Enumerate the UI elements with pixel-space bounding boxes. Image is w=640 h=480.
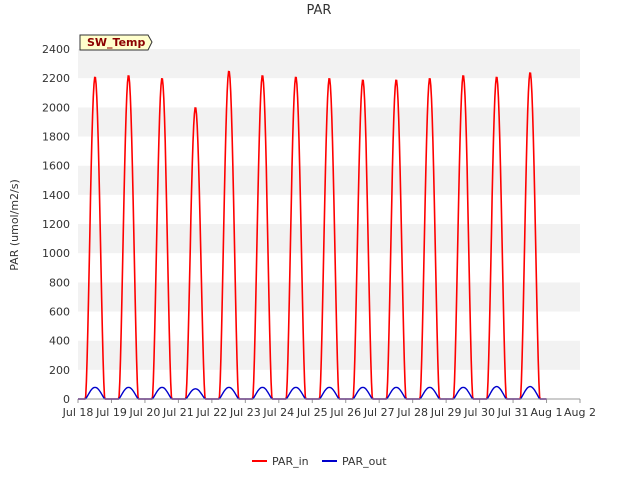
y-tick-label: 600	[49, 306, 70, 319]
y-tick-label: 1600	[42, 160, 70, 173]
x-tick-label: Aug 1	[531, 406, 563, 419]
sw-temp-tag: SW_Temp	[79, 34, 153, 51]
y-tick-label: 1400	[42, 189, 70, 202]
x-tick-label: Jul 26	[329, 406, 361, 419]
band	[78, 253, 580, 283]
x-tick-label: Jul 29	[430, 406, 462, 419]
band	[78, 49, 580, 79]
y-tick-label: 2000	[42, 101, 70, 114]
y-tick-label: 1000	[42, 247, 70, 260]
legend: PAR_in PAR_out	[252, 455, 387, 468]
y-tick-label: 2200	[42, 72, 70, 85]
x-tick-label: Jul 30	[463, 406, 495, 419]
legend-label-par-out: PAR_out	[342, 455, 387, 468]
band	[78, 136, 580, 166]
y-axis-label: PAR (umol/m2/s)	[8, 179, 21, 271]
x-tick-label: Jul 25	[296, 406, 328, 419]
x-tick-label: Jul 19	[95, 406, 127, 419]
band	[78, 107, 580, 137]
x-tick-label: Jul 20	[129, 406, 161, 419]
x-tick-label: Jul 27	[363, 406, 395, 419]
band	[78, 194, 580, 224]
par-chart: PAR PAR (umol/m2/s) 0 200 400 600 800 1000 120…	[8, 3, 596, 468]
band	[78, 165, 580, 195]
x-tick-label: Jul 31	[497, 406, 529, 419]
chart-title: PAR	[307, 3, 332, 18]
x-tick-label: Jul 28	[396, 406, 428, 419]
band	[78, 224, 580, 254]
y-tick-label: 800	[49, 276, 70, 289]
y-tick-label: 2400	[42, 43, 70, 56]
x-tick-label: Jul 18	[62, 406, 94, 419]
x-tick-label: Jul 21	[162, 406, 194, 419]
y-tick-label: 0	[63, 393, 70, 406]
y-tick-label: 1200	[42, 218, 70, 231]
x-tick-label: Jul 24	[262, 406, 294, 419]
y-tick-label: 200	[49, 364, 70, 377]
tag-label: SW_Temp	[87, 36, 146, 49]
y-tick-label: 1800	[42, 131, 70, 144]
y-tick-label: 400	[49, 335, 70, 348]
y-axis-ticks: 0 200 400 600 800 1000 1200 1400 1600 1800 2000 220…	[42, 43, 70, 406]
x-tick-label: Jul 23	[229, 406, 261, 419]
x-tick-label: Aug 2	[564, 406, 596, 419]
x-tick-label: Jul 22	[195, 406, 227, 419]
band	[78, 282, 580, 312]
x-axis-ticks: Jul 18 Jul 19 Jul 20 Jul 21 Jul 22 Jul 23 Jul …	[62, 399, 596, 419]
legend-label-par-in: PAR_in	[272, 455, 309, 468]
